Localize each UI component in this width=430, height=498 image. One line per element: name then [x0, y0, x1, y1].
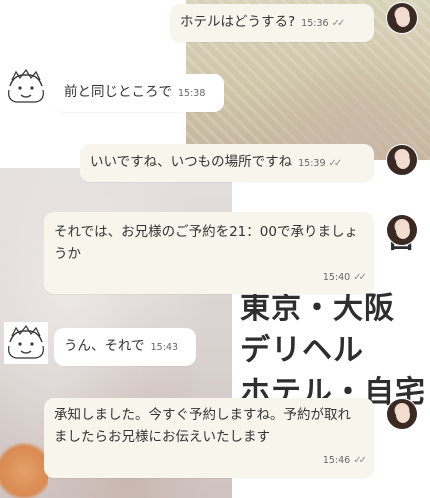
message-time: 15:38 [178, 88, 206, 99]
double-check-icon: ✓✓ [353, 272, 367, 283]
ad-line-2: デリヘル [240, 333, 364, 368]
chat-message-incoming[interactable]: うん、それで 15:43 [54, 328, 196, 366]
message-time: 15:46 [322, 455, 351, 466]
agent-avatar[interactable] [386, 398, 418, 430]
ad-banner-text: 東京・大阪 デリヘル ホテル・自宅 [240, 288, 430, 414]
message-text: うん、それで [64, 338, 145, 354]
agent-avatar[interactable] [386, 144, 418, 176]
message-text: ホテルはどうする? [180, 14, 296, 30]
message-time: 15:40 [322, 272, 351, 283]
message-time: 15:39 [298, 158, 326, 169]
message-time: 15:43 [150, 342, 178, 353]
cartoon-face-icon [8, 324, 44, 359]
message-time: 15:36 [301, 18, 329, 29]
customer-avatar[interactable] [4, 66, 48, 108]
double-check-icon: ✓✓ [331, 18, 346, 29]
chat-message-outgoing[interactable]: ホテルはどうする? 15:36 ✓✓ [170, 4, 374, 42]
message-text: いいですね、いつもの場所ですね [90, 154, 293, 170]
chat-message-outgoing[interactable]: いいですね、いつもの場所ですね 15:39 ✓✓ [80, 144, 374, 182]
message-text: 承知しました。今すぐ予約しますね。予約が取れましたらお兄様にお伝えいたします [54, 407, 351, 445]
message-text: 前と同じところで [64, 84, 172, 100]
ad-line-1: 東京・大阪 [240, 291, 395, 326]
cartoon-face-icon [8, 68, 44, 103]
background-bear-toy [0, 438, 48, 498]
agent-avatar[interactable] [386, 2, 418, 34]
double-check-icon: ✓✓ [328, 158, 343, 169]
customer-avatar[interactable] [4, 322, 48, 364]
chat-message-incoming[interactable]: 前と同じところで 15:38 [54, 74, 224, 112]
double-check-icon: ✓✓ [353, 455, 367, 466]
message-text: それでは、お兄様のご予約を21：00で承りましょうか [54, 224, 358, 262]
chat-message-outgoing[interactable]: それでは、お兄様のご予約を21：00で承りましょうか 15:40 ✓✓ [44, 212, 374, 294]
chat-message-outgoing[interactable]: 承知しました。今すぐ予約しますね。予約が取れましたらお兄様にお伝えいたします 1… [44, 398, 374, 478]
agent-avatar[interactable] [386, 214, 418, 246]
